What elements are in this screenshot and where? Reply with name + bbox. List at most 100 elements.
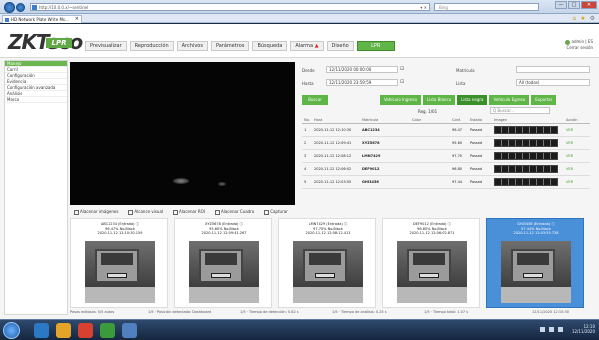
menu-busqueda[interactable]: Búsqueda (252, 41, 288, 51)
col-image[interactable]: Imagen (492, 118, 564, 123)
plate-image (494, 139, 558, 147)
cell-action-link[interactable]: VER (564, 137, 590, 149)
volume-icon[interactable] (549, 327, 554, 332)
browser-taskbar-icon[interactable] (122, 323, 137, 338)
capture-card[interactable]: DEF9012 (Entrada) ⓘ 96.80% No.Black 2020… (382, 218, 480, 308)
vehicle-image (293, 241, 363, 303)
col-status[interactable]: Estado (468, 118, 492, 123)
capture-time: 2020-11-12 12:06:02.871 (409, 231, 455, 235)
end-label: Hasta (302, 81, 314, 86)
home-icon[interactable]: ⌂ (572, 15, 576, 22)
col-conf[interactable]: Conf. (450, 118, 468, 123)
capture-caption: LMN7429 (Entrada) ⓘ 97.70% No.Black 2020… (279, 222, 377, 236)
cell-action-link[interactable]: VER (564, 176, 590, 188)
tab-blacklist[interactable]: Lista negra (457, 95, 488, 105)
back-button[interactable] (4, 2, 15, 13)
explorer-taskbar-icon[interactable] (56, 323, 71, 338)
calendar-icon[interactable]: ⊡ (400, 79, 404, 85)
video-tool-store-roi[interactable]: Alacenar ROI (173, 209, 205, 215)
close-window-button[interactable]: ✕ (581, 1, 597, 9)
tab-whitelist[interactable]: Lista Blanca (422, 95, 456, 105)
user-area: admin | ES Cerrar sesión (564, 39, 594, 50)
calendar-icon[interactable]: ⊡ (400, 66, 404, 72)
cell-plate-image (492, 150, 564, 162)
sidebar-item-marca[interactable]: Marca (5, 97, 67, 103)
address-tools[interactable]: ▾ ✕ (420, 5, 427, 10)
menu-previsualizar[interactable]: Previsualizar (85, 41, 127, 51)
menu-diseno[interactable]: Diseño (326, 41, 354, 51)
live-video-view[interactable] (70, 62, 295, 205)
start-date-field[interactable]: 12/11/2020 00:00:00 (326, 66, 398, 73)
cell-action-link[interactable]: VER (564, 150, 590, 162)
menu-alarma[interactable]: Alarma ▲ (290, 41, 324, 51)
forward-button[interactable] (16, 3, 25, 12)
search-button[interactable]: Buscar (302, 95, 328, 105)
cell-time: 2020-11-12 12:10:30 (314, 128, 352, 132)
results-search-input[interactable]: Q Buscar... (490, 107, 550, 114)
plate-input[interactable] (516, 66, 590, 73)
clock[interactable]: 12:10 12/11/2020 (572, 324, 595, 334)
address-bar[interactable]: http://10.0.0.x/~sentinel ▾ ✕ (30, 3, 430, 11)
video-tool-store-images[interactable]: Alacenar imágenes (74, 209, 118, 215)
capture-time: 2020-11-12 12:08:12.413 (305, 231, 351, 235)
user-icon (564, 39, 570, 45)
lpr-live-button[interactable]: LPR (356, 41, 395, 51)
network-icon[interactable] (540, 327, 545, 332)
app-taskbar-icon[interactable] (100, 323, 115, 338)
cell-status: Passed (470, 154, 483, 158)
table-row[interactable]: 3 2020-11-12 12:08:12 LMN7429 97.70 Pass… (302, 150, 590, 163)
tab-favicon-icon (5, 18, 9, 22)
menu-reproduccion[interactable]: Reproducción (129, 41, 174, 51)
minimize-button[interactable]: — (555, 1, 567, 9)
col-color[interactable]: Color (410, 118, 450, 123)
capture-card[interactable]: XYZ5678 (Entrada) ⓘ 95.60% No.Black 2020… (174, 218, 272, 308)
logo-badge: LPR (46, 38, 72, 48)
plate-image (494, 152, 558, 160)
tab-vehicle-out[interactable]: Vehículo Egreso (489, 95, 530, 105)
col-time[interactable]: Hora (312, 118, 360, 123)
col-no[interactable]: No. (302, 118, 312, 123)
video-tool-capture[interactable]: Capturar (264, 209, 288, 215)
windows-taskbar: 12:10 12/11/2020 (0, 319, 599, 340)
lpr-application: ZKTeco LPR Previsualizar Reproducción Ar… (0, 24, 599, 319)
table-row[interactable]: 2 2020-11-12 12:09:41 XYZ5678 95.60 Pass… (302, 137, 590, 150)
list-type-select[interactable]: All (todas) (516, 79, 590, 86)
tab-close-icon[interactable]: × (75, 16, 79, 23)
col-action[interactable]: Acción (564, 118, 590, 123)
media-taskbar-icon[interactable] (78, 323, 93, 338)
search-placeholder: Bing (439, 5, 448, 10)
table-row[interactable]: 5 2020-11-12 12:03:55 GHI3456 97.44 Pass… (302, 176, 590, 189)
cell-conf: 97.44 (452, 180, 463, 184)
menu-parametros[interactable]: Parámetros (210, 41, 250, 51)
capture-card-selected[interactable]: GHI3456 (Entrada) ⓘ 97.44% No.Black 2020… (486, 218, 584, 308)
capture-card[interactable]: ABC1234 (Entrada) ⓘ 96.47% No.Black 2020… (70, 218, 168, 308)
logout-link[interactable]: Cerrar sesión (565, 45, 593, 50)
alarm-icon: ▲ (314, 43, 319, 49)
video-tool-visual-range[interactable]: Alcance visual (128, 209, 163, 215)
favorites-icon[interactable]: ★ (580, 15, 585, 22)
menu-archivos[interactable]: Archivos (176, 41, 208, 51)
video-tool-store-frame[interactable]: Alacenar Cuadro (215, 209, 254, 215)
flag-icon[interactable] (558, 327, 563, 332)
tab-vehicle-in[interactable]: Vehículo Ingreso (380, 95, 421, 105)
capture-time: 2020-11-12 12:10:30.159 (97, 231, 143, 235)
tab-export[interactable]: Exportar (531, 95, 557, 105)
browser-search-input[interactable]: Bing (434, 3, 539, 11)
table-row[interactable]: 1 2020-11-12 12:10:30 ABC1234 96.47 Pass… (302, 124, 590, 137)
cell-time: 2020-11-12 12:06:02 (314, 167, 352, 171)
cell-action-link[interactable]: VER (564, 124, 590, 136)
browser-tab[interactable]: HD Network Plate Write Ms... × (2, 15, 82, 23)
capture-card[interactable]: LMN7429 (Entrada) ⓘ 97.70% No.Black 2020… (278, 218, 376, 308)
cell-color (410, 124, 450, 136)
table-row[interactable]: 4 2020-11-12 12:06:02 DEF9012 96.80 Pass… (302, 163, 590, 176)
ie-taskbar-icon[interactable] (34, 323, 49, 338)
col-plate[interactable]: Matrícula (360, 118, 410, 123)
cell-action-link[interactable]: VER (564, 163, 590, 175)
gear-icon[interactable]: ⚙ (590, 15, 595, 22)
user-name[interactable]: admin | ES (572, 39, 594, 44)
start-button[interactable] (3, 322, 20, 339)
status-bar: Pasos exitosos: 5/5 autos 1/5 · Posición… (70, 310, 590, 316)
cell-plate: XYZ5678 (362, 141, 380, 145)
end-date-field[interactable]: 12/11/2020 23:59:59 (326, 79, 398, 86)
maximize-button[interactable]: □ (568, 1, 580, 9)
